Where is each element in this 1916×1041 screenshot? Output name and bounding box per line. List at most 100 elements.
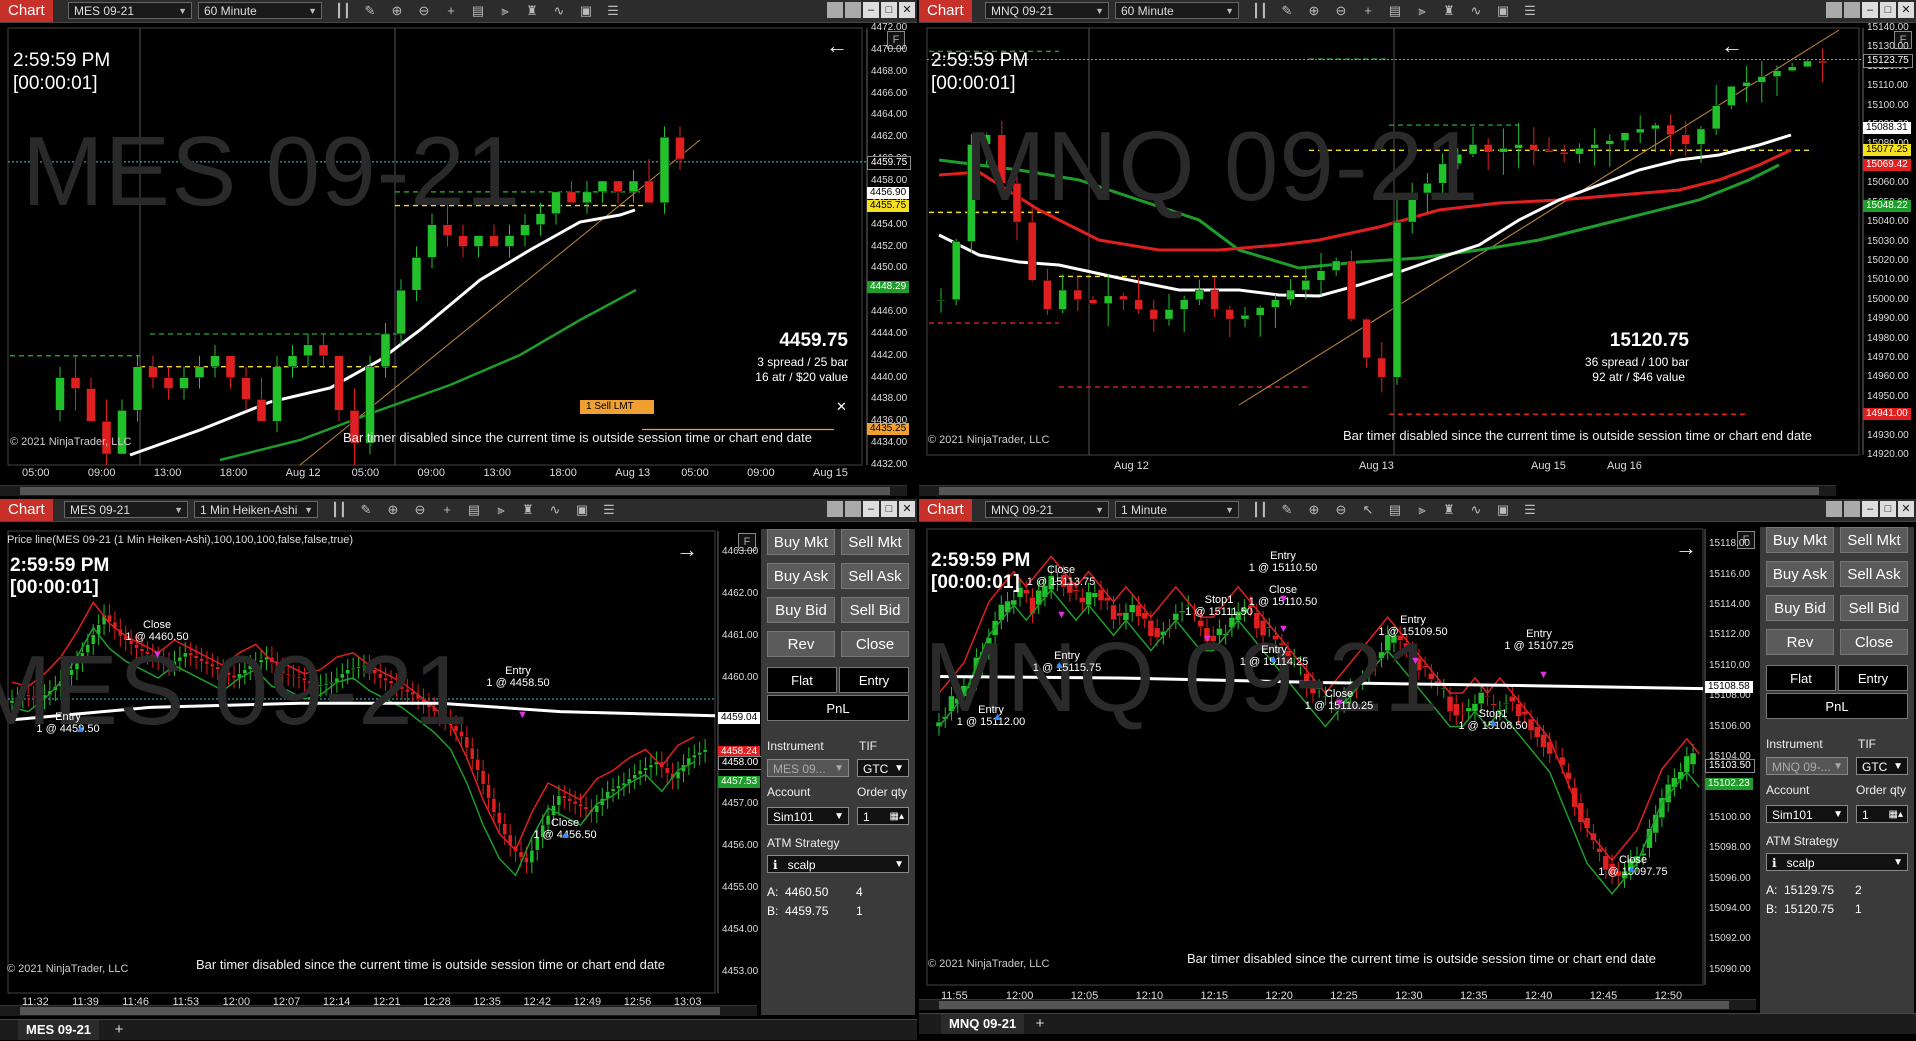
bid-qty: 1 — [1855, 902, 1862, 916]
order-qty-input[interactable]: 1 ▦▴ — [1856, 805, 1908, 823]
price-tag: 15102.23 — [1705, 777, 1753, 790]
candle — [210, 355, 220, 367]
y-axis-tick-label: 15060.00 — [1867, 177, 1909, 189]
window-blank-button[interactable] — [827, 501, 843, 517]
y-axis-tick-label: 15098.00 — [1709, 842, 1751, 854]
chart-trader-panel: Buy Mkt Sell Mkt Buy Ask Sell Ask Buy Bi… — [761, 529, 915, 1015]
x-axis-tick-label: 05:00 — [22, 467, 50, 479]
buy-bid-button[interactable]: Buy Bid — [767, 597, 835, 623]
buy-market-button[interactable]: Buy Mkt — [1766, 527, 1834, 553]
minimize-icon[interactable]: – — [863, 501, 879, 517]
y-axis-tick-label: 15116.00 — [1709, 568, 1750, 580]
sell-bid-button[interactable]: Sell Bid — [1840, 595, 1908, 621]
candle — [1210, 289, 1219, 310]
account-select[interactable]: Sim101 ▼ — [1766, 805, 1848, 823]
atm-strategy-select[interactable]: ℹ scalp ▼ — [767, 855, 909, 873]
instrument-value: MES 09... — [773, 762, 826, 776]
pnl-display: PnL — [767, 695, 909, 721]
qty-stepper-icon[interactable]: ▦▴ — [1889, 806, 1903, 824]
heiken-ashi-candle — [616, 785, 621, 789]
qty-stepper-icon[interactable]: ▦▴ — [890, 808, 904, 826]
buy-bid-button[interactable]: Buy Bid — [1766, 595, 1834, 621]
arrow-right-icon[interactable]: → — [1675, 535, 1697, 561]
chart-tab[interactable]: MNQ 09-21 — [941, 1014, 1025, 1034]
tif-label: TIF — [1858, 737, 1876, 751]
candle — [1502, 703, 1510, 705]
tif-select[interactable]: GTC ▼ — [857, 759, 909, 777]
scrollbar-thumb[interactable] — [939, 487, 1819, 495]
horizontal-scrollbar[interactable] — [0, 485, 907, 496]
close-icon[interactable]: ✕ — [1898, 501, 1914, 517]
sell-ask-button[interactable]: Sell Ask — [1840, 561, 1908, 587]
sell-limit-order[interactable]: 1 Sell LMT — [580, 400, 654, 414]
close-icon[interactable]: ✕ — [899, 501, 915, 517]
price-tag: 15048.22 — [1863, 200, 1911, 213]
window-blank-button[interactable] — [1826, 501, 1842, 517]
atm-strategy-select[interactable]: ℹ scalp ▼ — [1766, 853, 1908, 871]
trade-fill: 1 @ 4458.50 — [486, 677, 550, 689]
heiken-ashi-candle — [502, 823, 508, 836]
heiken-ashi-candle — [572, 800, 578, 805]
maximize-icon[interactable]: □ — [1880, 501, 1896, 517]
horizontal-scrollbar[interactable] — [919, 999, 1756, 1010]
reverse-button[interactable]: Rev — [1766, 629, 1834, 655]
y-axis-tick-label: 4462.00 — [871, 131, 908, 143]
add-tab-button[interactable]: + — [1031, 1014, 1049, 1034]
candle — [1134, 299, 1143, 310]
trade-fill: 1 @ 15115.75 — [1032, 662, 1102, 674]
horizontal-scrollbar[interactable] — [919, 485, 1836, 496]
arrow-left-icon[interactable]: ← — [1721, 33, 1743, 59]
candle — [1022, 589, 1030, 595]
maximize-icon[interactable]: □ — [881, 501, 897, 517]
scrollbar-thumb[interactable] — [20, 487, 890, 495]
scrollbar-thumb[interactable] — [939, 1001, 1729, 1009]
price-chart-svg[interactable] — [0, 499, 760, 1019]
heiken-ashi-candle — [697, 751, 702, 756]
trade-type: Close — [1046, 564, 1076, 576]
sell-bid-button[interactable]: Sell Bid — [841, 597, 909, 623]
candle — [504, 235, 515, 247]
atm-strategy-value: scalp — [1786, 856, 1815, 870]
candle — [1689, 752, 1697, 765]
chart-tab[interactable]: MES 09-21 — [18, 1020, 100, 1040]
arrow-right-icon[interactable]: → — [676, 537, 698, 563]
buy-market-button[interactable]: Buy Mkt — [767, 529, 835, 555]
minimize-icon[interactable]: – — [1862, 501, 1878, 517]
window-blank-button[interactable] — [1844, 501, 1860, 517]
horizontal-scrollbar[interactable] — [0, 1005, 757, 1016]
pnl-display: PnL — [1766, 693, 1908, 719]
price-chart-svg[interactable] — [0, 0, 917, 497]
order-qty-input[interactable]: 1 ▦▴ — [857, 807, 909, 825]
buy-ask-button[interactable]: Buy Ask — [1766, 561, 1834, 587]
close-position-button[interactable]: Close — [841, 631, 909, 657]
arrow-left-icon[interactable]: ← — [826, 33, 848, 59]
candle — [1240, 315, 1250, 320]
sell-ask-button[interactable]: Sell Ask — [841, 563, 909, 589]
add-tab-button[interactable]: + — [110, 1020, 128, 1040]
sell-market-button[interactable]: Sell Mkt — [1840, 527, 1908, 553]
chevron-down-icon: ▼ — [1833, 809, 1843, 820]
candle — [644, 180, 654, 204]
arrow-up-icon: ▲ — [1054, 659, 1065, 671]
candle — [520, 224, 530, 236]
buy-ask-button[interactable]: Buy Ask — [767, 563, 835, 589]
order-cancel-icon[interactable]: ✕ — [836, 399, 847, 415]
chart-tab-bar: MES 09-21 + — [0, 1019, 917, 1040]
reverse-button[interactable]: Rev — [767, 631, 835, 657]
candle — [194, 366, 205, 378]
sell-market-button[interactable]: Sell Mkt — [841, 529, 909, 555]
account-value: Sim101 — [1772, 808, 1813, 822]
candle — [1110, 604, 1117, 621]
tif-select[interactable]: GTC ▼ — [1856, 757, 1908, 775]
bid-price: 4459.75 — [785, 904, 829, 918]
scrollbar-thumb[interactable] — [20, 1007, 720, 1015]
candle — [241, 377, 251, 400]
bid-label: B: — [767, 904, 779, 918]
price-chart-svg[interactable] — [919, 0, 1916, 497]
y-axis-tick-label: 4452.00 — [871, 240, 908, 252]
close-position-button[interactable]: Close — [1840, 629, 1908, 655]
chevron-down-icon: ▼ — [894, 859, 904, 870]
x-axis-tick-label: 09:00 — [417, 467, 446, 479]
account-select[interactable]: Sim101 ▼ — [767, 807, 849, 825]
window-blank-button[interactable] — [845, 501, 861, 517]
